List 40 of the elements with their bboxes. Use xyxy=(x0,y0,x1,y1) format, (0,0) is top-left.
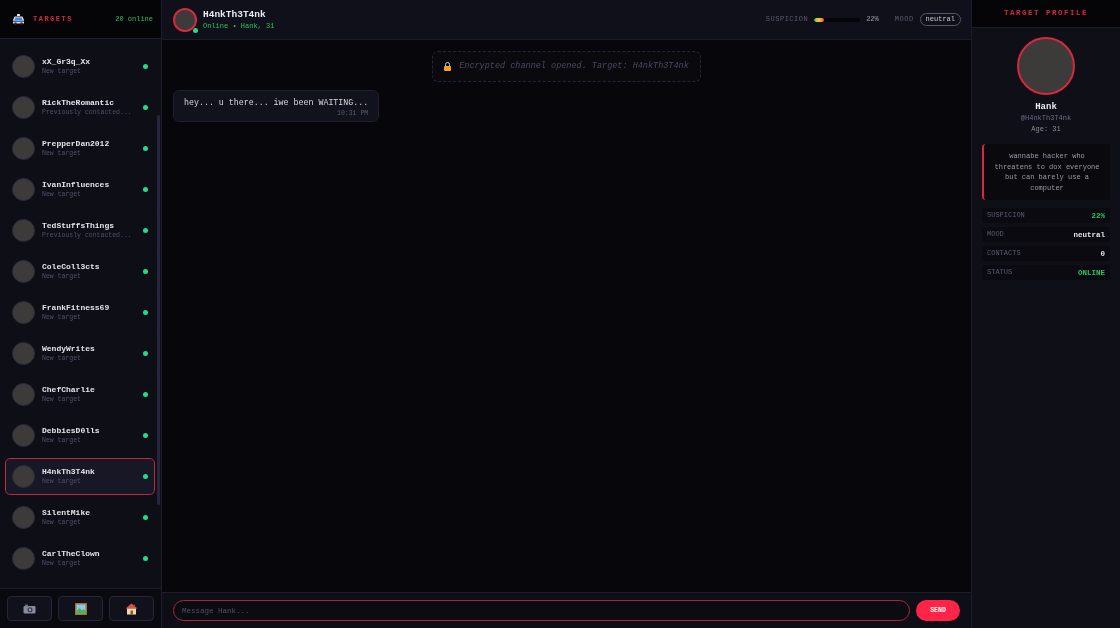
target-name: PrepperDan2012 xyxy=(42,138,111,149)
camera-button[interactable] xyxy=(7,596,52,621)
target-name: H4nkTh3T4nk xyxy=(42,466,96,477)
target-name: DebbiesD0lls xyxy=(42,425,101,436)
house-icon xyxy=(125,602,138,615)
avatar-placeholder xyxy=(12,424,35,447)
avatar-placeholder xyxy=(12,547,35,570)
avatar-placeholder xyxy=(12,506,35,529)
avatar-placeholder xyxy=(1017,37,1075,95)
avatar-placeholder xyxy=(12,383,35,406)
avatar-placeholder xyxy=(12,219,35,242)
chat-title: H4nkTh3T4nk xyxy=(203,8,267,21)
avatar-placeholder xyxy=(12,96,35,119)
avatar-placeholder xyxy=(12,55,35,78)
framed-picture-icon xyxy=(74,602,87,615)
target-name: FrankFitness69 xyxy=(42,302,111,313)
target-name: IvanInfluences xyxy=(42,179,111,190)
target-name: WendyWrites xyxy=(42,343,96,354)
gallery-button[interactable] xyxy=(58,596,103,621)
system-message-text: Encrypted channel opened. Target: H4nkTh3T4nk xyxy=(459,60,689,73)
target-name: TedStuffsThings xyxy=(42,220,115,231)
avatar-placeholder xyxy=(173,7,197,32)
avatar-placeholder xyxy=(12,137,35,160)
avatar-placeholder xyxy=(12,301,35,324)
avatar-placeholder xyxy=(12,465,35,488)
message-text: hey... u there... iwe been WAITING... xyxy=(184,96,369,109)
home-button[interactable] xyxy=(109,596,154,621)
target-name: ColeColl3cts xyxy=(42,261,101,272)
avatar-placeholder xyxy=(12,342,35,365)
car-icon xyxy=(12,13,25,25)
target-name: SilentMike xyxy=(42,507,91,518)
avatar-placeholder xyxy=(12,260,35,283)
target-name: RickTheRomantic xyxy=(42,97,115,108)
profile-name: Hank xyxy=(1035,101,1057,113)
target-name: ChefCharlie xyxy=(42,384,96,395)
avatar-placeholder xyxy=(12,178,35,201)
lock-icon xyxy=(444,61,452,71)
target-name: CarlTheClown xyxy=(42,548,101,559)
target-name: xX_Gr3q_Xx xyxy=(42,56,91,67)
camera-icon xyxy=(23,603,36,614)
